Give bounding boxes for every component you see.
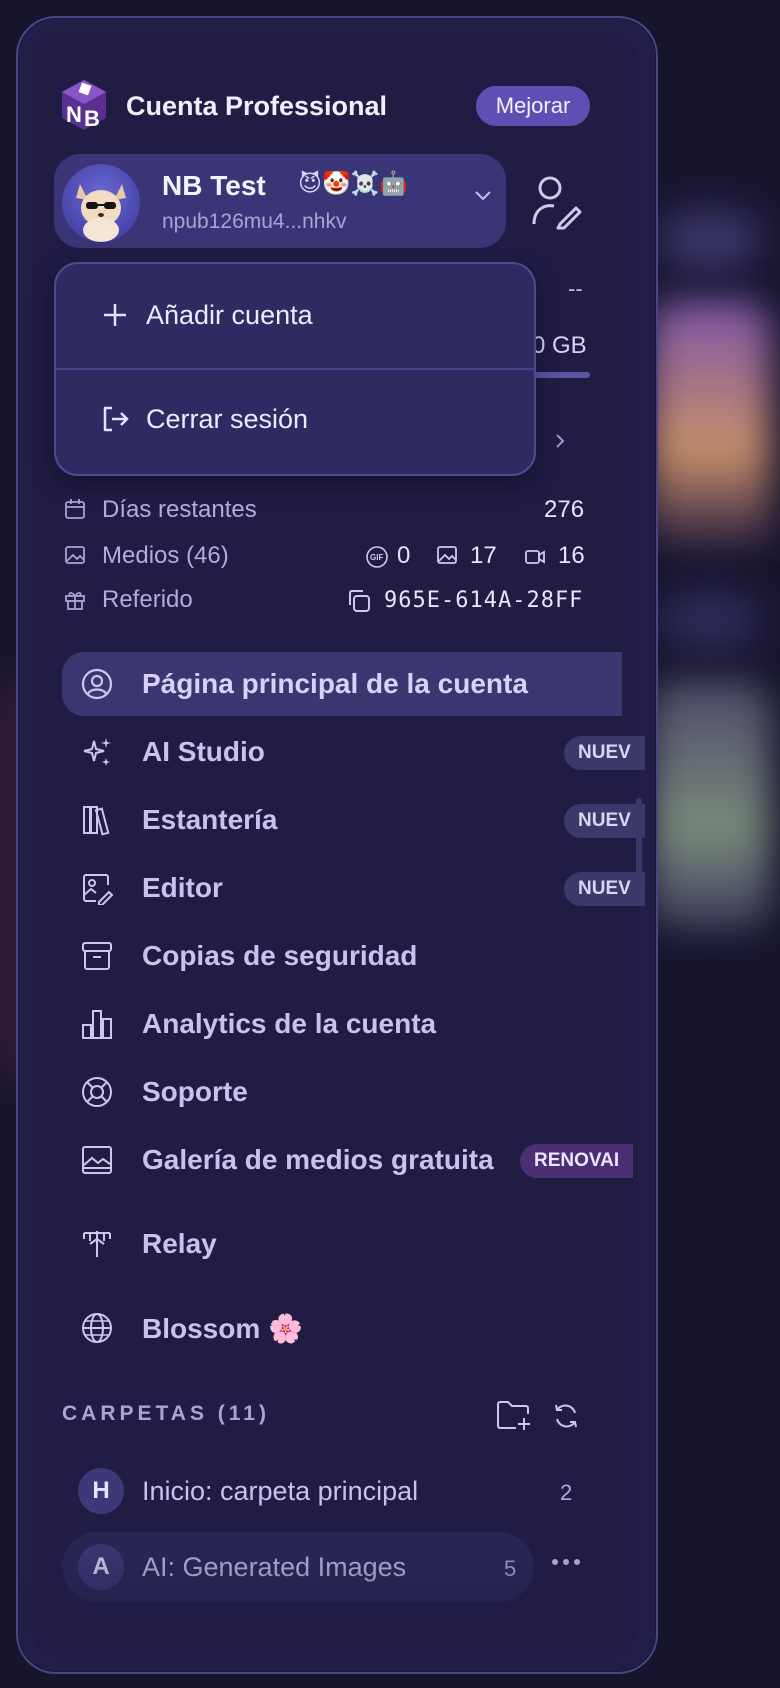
- gallery-icon: [82, 1146, 112, 1174]
- gif-icon: GIF: [366, 546, 388, 568]
- gif-count: 0: [397, 542, 411, 569]
- nav-label: Página principal de la cuenta: [142, 668, 528, 699]
- add-account-label: Añadir cuenta: [146, 300, 313, 330]
- books-icon: [83, 806, 110, 836]
- account-dropdown-menu: Añadir cuenta Cerrar sesión: [54, 262, 536, 476]
- nav-label: AI Studio: [142, 736, 265, 767]
- image-edit-icon: [83, 874, 114, 905]
- calendar-icon: [65, 499, 85, 519]
- folder-count: 5: [504, 1556, 517, 1581]
- svg-text:B: B: [84, 106, 100, 131]
- user-name-emojis: 😈🤡☠️🤖: [298, 170, 408, 196]
- nav-item-backups[interactable]: Copias de seguridad: [62, 924, 622, 988]
- background-blur: [650, 680, 770, 930]
- nav-item-blossom[interactable]: Blossom 🌸: [62, 1296, 622, 1360]
- user-edit-icon[interactable]: [530, 174, 582, 230]
- nav-label: Blossom 🌸: [142, 1313, 303, 1344]
- storage-dash: --: [568, 276, 583, 301]
- nav-item-account-home[interactable]: Página principal de la cuenta: [62, 652, 622, 716]
- account-switcher[interactable]: NB Test 😈🤡☠️🤖 npub126mu4...nhkv: [54, 154, 506, 248]
- video-icon: [525, 550, 545, 564]
- archive-icon: [82, 942, 112, 970]
- logout-icon: [103, 406, 129, 432]
- days-remaining-label: Días restantes: [102, 496, 257, 523]
- nav-item-ai-studio[interactable]: AI Studio NUEV: [62, 720, 645, 784]
- antenna-icon: [83, 1231, 111, 1257]
- nostr-build-logo: N B: [62, 80, 106, 131]
- user-circle-icon: [81, 668, 113, 700]
- logout-label: Cerrar sesión: [146, 404, 309, 434]
- background-blur: [660, 590, 760, 650]
- folder-avatar: H: [78, 1468, 124, 1514]
- nav-item-bookshelf[interactable]: Estantería NUEV: [62, 788, 645, 852]
- storage-total: 0 GB: [532, 332, 587, 359]
- nav-item-editor[interactable]: Editor NUEV: [62, 856, 645, 920]
- new-badge: NUEV: [564, 872, 645, 906]
- copy-icon[interactable]: [346, 588, 372, 614]
- fox-avatar-icon: [76, 184, 126, 242]
- nav-label: Soporte: [142, 1076, 248, 1107]
- folder-avatar: A: [78, 1544, 124, 1590]
- background-blur: [660, 210, 760, 270]
- refresh-icon[interactable]: [552, 1402, 580, 1430]
- referral-code[interactable]: 965E-614A-28FF: [384, 588, 583, 613]
- nav-label: Analytics de la cuenta: [142, 1008, 437, 1039]
- user-name: NB Test: [162, 170, 266, 201]
- folders-title: CARPETAS (11): [62, 1402, 270, 1425]
- media-label: Medios (46): [102, 542, 229, 569]
- nav-item-support[interactable]: Soporte: [62, 1060, 622, 1124]
- chevron-down-icon: [475, 191, 491, 201]
- lifebuoy-icon: [82, 1077, 112, 1107]
- referral-label: Referido: [102, 586, 193, 613]
- image-count: 17: [470, 542, 497, 569]
- new-badge: NUEV: [564, 804, 645, 838]
- nav-label: Editor: [142, 872, 223, 903]
- nav-item-relay[interactable]: Relay: [62, 1212, 622, 1276]
- account-title: Cuenta Professional: [126, 91, 388, 121]
- video-count: 16: [558, 542, 585, 569]
- upgrade-button[interactable]: Mejorar: [476, 86, 590, 126]
- avatar: [62, 164, 140, 242]
- logout-menu-item[interactable]: Cerrar sesión: [56, 370, 534, 474]
- bar-chart-icon: [82, 1010, 112, 1039]
- folder-label[interactable]: AI: Generated Images: [142, 1552, 406, 1583]
- nav-item-free-gallery[interactable]: Galería de medios gratuita RENOVAI: [62, 1128, 634, 1192]
- nav-label: Copias de seguridad: [142, 940, 418, 971]
- globe-icon: [82, 1313, 112, 1343]
- folder-add-icon[interactable]: [496, 1398, 532, 1432]
- folder-count: 2: [560, 1480, 573, 1505]
- nav-item-analytics[interactable]: Analytics de la cuenta: [62, 992, 622, 1056]
- storage-progress-bar: [532, 372, 590, 378]
- svg-text:N: N: [66, 102, 82, 127]
- svg-text:GIF: GIF: [370, 553, 383, 562]
- renew-badge: RENOVAI: [520, 1144, 634, 1178]
- nav-label: Estantería: [142, 804, 278, 835]
- plus-icon: [104, 304, 126, 326]
- more-options-icon[interactable]: [550, 1554, 582, 1570]
- gift-icon: [65, 592, 85, 610]
- background-blur: [650, 300, 770, 550]
- sparkles-icon: [83, 738, 111, 766]
- days-remaining-value: 276: [544, 496, 585, 523]
- new-badge: NUEV: [564, 736, 645, 770]
- scrollbar[interactable]: [636, 798, 642, 890]
- image-count-icon: [437, 546, 457, 564]
- nav-label: Galería de medios gratuita: [142, 1144, 494, 1175]
- nav-label: Relay: [142, 1228, 217, 1259]
- user-npub: npub126mu4...nhkv: [162, 210, 347, 233]
- chevron-right-icon[interactable]: [552, 432, 568, 450]
- add-account-menu-item[interactable]: Añadir cuenta: [56, 264, 534, 368]
- folder-label[interactable]: Inicio: carpeta principal: [142, 1476, 418, 1507]
- image-icon: [65, 546, 85, 564]
